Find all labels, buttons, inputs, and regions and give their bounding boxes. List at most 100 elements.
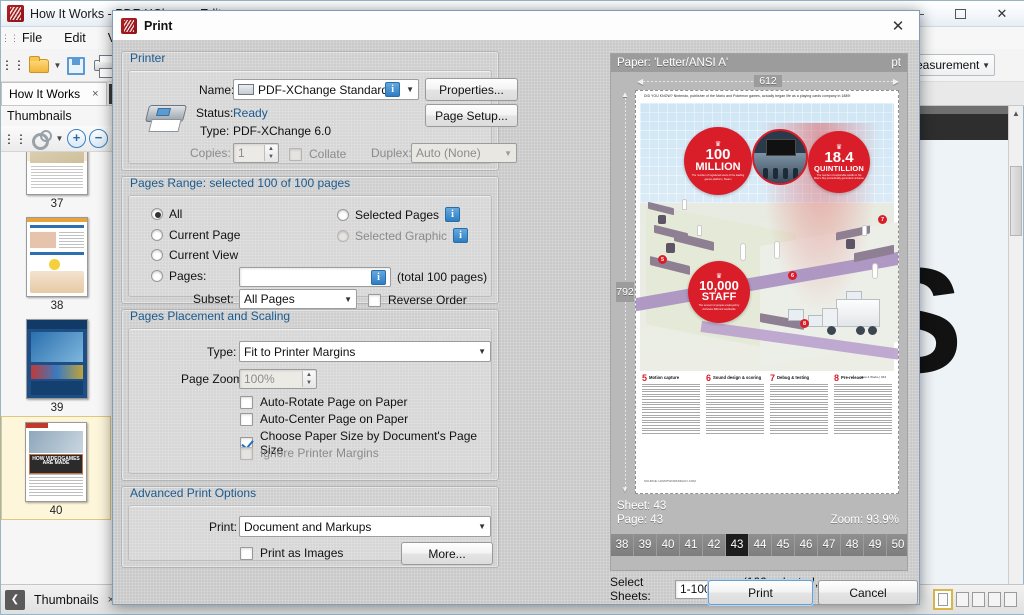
- two-page-continuous-layout-button[interactable]: [988, 592, 1001, 607]
- stat-bubble-100-million: ♛ 100 MILLION The number of registered u…: [684, 127, 752, 195]
- ruler-up-arrow-icon: ▲: [621, 90, 629, 99]
- single-page-layout-button[interactable]: [933, 589, 953, 610]
- stat2-number: 18.4: [824, 151, 853, 165]
- document-tab[interactable]: How It Works ×: [1, 82, 107, 105]
- page-button[interactable]: 42: [703, 534, 726, 556]
- preview-page[interactable]: DID YOU KNOW? Nintendo, publisher of the…: [635, 90, 899, 494]
- radio-all[interactable]: All: [151, 207, 182, 221]
- auto-rotate-checkbox[interactable]: Auto-Rotate Page on Paper: [240, 395, 407, 409]
- auto-center-checkbox[interactable]: Auto-Center Page on Paper: [240, 412, 408, 426]
- chevron-down-icon[interactable]: ▼: [406, 85, 414, 94]
- cancel-button[interactable]: Cancel: [818, 580, 918, 605]
- page-button[interactable]: 41: [680, 534, 703, 556]
- placement-type-dropdown[interactable]: Fit to Printer Margins ▼: [239, 341, 491, 362]
- collate-checkbox[interactable]: Collate: [289, 147, 346, 161]
- window-maximize-button[interactable]: [939, 1, 981, 27]
- radio-pages[interactable]: Pages:: [151, 269, 206, 283]
- thumbnail-item[interactable]: 37: [1, 152, 113, 212]
- pages-total-text: (total 100 pages): [397, 270, 487, 284]
- page-button[interactable]: 46: [795, 534, 818, 556]
- status-tab-thumbnails[interactable]: Thumbnails: [25, 593, 108, 607]
- radio-selected-pages[interactable]: Selected Pages i: [337, 207, 460, 222]
- save-icon[interactable]: [63, 52, 89, 78]
- two-page-layout-button[interactable]: [972, 592, 985, 607]
- window-close-button[interactable]: ✕: [981, 1, 1023, 27]
- preview-illustration: ♛ 100 MILLION The number of registered u…: [640, 103, 894, 371]
- selected-graphic-info-icon[interactable]: i: [453, 228, 468, 243]
- chevron-down-icon[interactable]: ▼: [55, 134, 64, 143]
- printer-properties-button[interactable]: Properties...: [425, 78, 518, 101]
- scroll-up-icon[interactable]: ▲: [1009, 106, 1023, 120]
- person-figure: [697, 225, 702, 236]
- gear-icon[interactable]: [30, 129, 52, 149]
- print-button[interactable]: Print: [708, 580, 813, 605]
- duplex-dropdown[interactable]: Auto (None) ▼: [411, 143, 517, 163]
- section-title: Sound design & scoring: [713, 375, 761, 380]
- document-tab-label: How It Works: [9, 87, 80, 101]
- did-you-know-line: DID YOU KNOW? Nintendo, publisher of the…: [644, 94, 851, 98]
- printer-info-icon[interactable]: i: [385, 82, 400, 97]
- page-zoom-stepper[interactable]: ▲▼: [302, 371, 315, 387]
- thumbnail-list[interactable]: 37 38: [1, 152, 118, 584]
- open-file-icon[interactable]: [26, 52, 52, 78]
- preview-top-strip: DID YOU KNOW? Nintendo, publisher of the…: [636, 91, 898, 103]
- thumbnail-item-selected[interactable]: HOW VIDEOGAMES ARE MADE 40: [1, 416, 111, 520]
- page-zoom-input[interactable]: 100% ▲▼: [239, 369, 317, 389]
- copies-stepper[interactable]: ▲▼: [264, 145, 277, 161]
- ignore-printer-margins-checkbox[interactable]: Ignore Printer Margins: [240, 446, 379, 460]
- checkbox-box: [240, 413, 253, 426]
- radio-current-page[interactable]: Current Page: [151, 228, 240, 242]
- page-button[interactable]: 50: [887, 534, 907, 556]
- page-button[interactable]: 39: [634, 534, 657, 556]
- menu-item-edit[interactable]: Edit: [53, 31, 97, 45]
- page-button[interactable]: 48: [841, 534, 864, 556]
- zoom-out-button[interactable]: −: [89, 129, 108, 148]
- page-button[interactable]: 45: [772, 534, 795, 556]
- zoom-in-button[interactable]: +: [67, 129, 86, 148]
- thumbnails-grip-icon: ⋮⋮: [3, 132, 27, 146]
- page-button-current[interactable]: 43: [726, 534, 749, 556]
- checkbox-box: [240, 547, 253, 560]
- close-icon[interactable]: ×: [92, 88, 98, 100]
- selected-pages-info-icon[interactable]: i: [445, 207, 460, 222]
- thumbnail-item[interactable]: 38: [1, 212, 113, 314]
- radio-current-view[interactable]: Current View: [151, 248, 238, 262]
- preview-page-navigation-bar[interactable]: 38 39 40 41 42 43 44 45 46 47 48 49 50 5…: [611, 534, 907, 556]
- person-figure: [682, 199, 687, 210]
- pages-range-input[interactable]: i: [239, 267, 391, 287]
- pdf-xchange-logo-icon: [121, 18, 137, 34]
- document-vertical-scrollbar[interactable]: ▲: [1008, 106, 1023, 584]
- printer-name-dropdown[interactable]: PDF-XChange Standard V6 i ▼: [233, 79, 419, 100]
- more-options-button[interactable]: More...: [401, 542, 493, 565]
- continuous-layout-button[interactable]: [956, 592, 969, 607]
- page-setup-button[interactable]: Page Setup...: [425, 104, 518, 127]
- page-button[interactable]: 44: [749, 534, 772, 556]
- advanced-print-dropdown[interactable]: Document and Markups ▼: [239, 516, 491, 537]
- thumbnail-item[interactable]: 39: [1, 314, 113, 416]
- scrollbar-thumb[interactable]: [1010, 166, 1022, 236]
- preview-paper-label: Paper: 'Letter/ANSI A': [617, 57, 728, 69]
- section-number: 8: [834, 375, 839, 382]
- pages-range-info-icon[interactable]: i: [371, 270, 386, 285]
- duplex-label: Duplex:: [371, 146, 412, 160]
- page-button[interactable]: 49: [864, 534, 887, 556]
- radio-dot: [151, 270, 163, 282]
- copies-input[interactable]: 1 ▲▼: [233, 143, 279, 163]
- cover-page-layout-button[interactable]: [1004, 592, 1017, 607]
- source-note: SOURCE: HOWITWORKSDAILY.COM: [644, 479, 696, 483]
- page-button[interactable]: 40: [657, 534, 680, 556]
- panel-collapse-button[interactable]: ❮: [5, 590, 25, 610]
- page-zoom-label: Page Zoom:: [181, 372, 246, 386]
- collate-label: Collate: [309, 147, 346, 161]
- print-as-images-checkbox[interactable]: Print as Images: [240, 546, 343, 560]
- subset-dropdown[interactable]: All Pages ▼: [239, 289, 357, 309]
- open-file-dropdown-icon[interactable]: ▼: [53, 61, 62, 70]
- reverse-order-checkbox[interactable]: Reverse Order: [368, 293, 467, 307]
- scene-marker-5: 5: [658, 255, 667, 264]
- page-button[interactable]: 47: [818, 534, 841, 556]
- menu-item-file[interactable]: File: [11, 31, 53, 45]
- radio-selected-graphic[interactable]: Selected Graphic i: [337, 228, 468, 243]
- section-number: 6: [706, 375, 711, 382]
- page-button[interactable]: 38: [611, 534, 634, 556]
- dialog-close-button[interactable]: ✕: [881, 13, 915, 39]
